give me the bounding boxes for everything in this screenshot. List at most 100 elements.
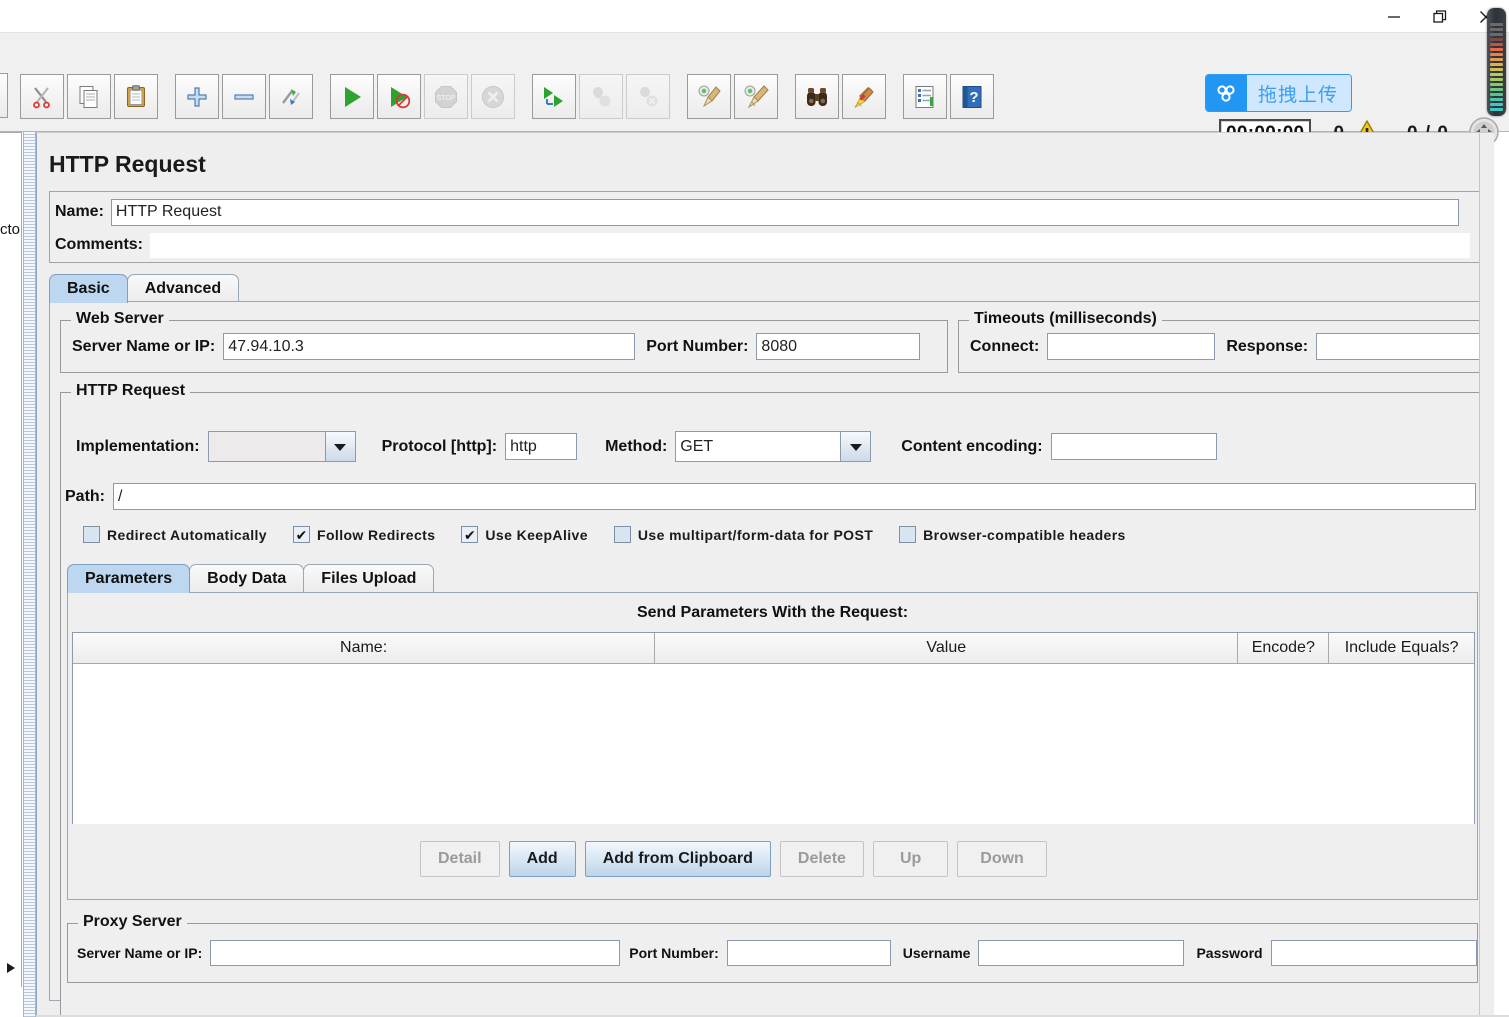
cloud-upload-icon: [1206, 75, 1247, 111]
response-timeout-label: Response:: [1226, 338, 1308, 356]
tab-advanced[interactable]: Advanced: [127, 274, 239, 303]
down-button[interactable]: Down: [957, 841, 1047, 877]
checkbox-box: [614, 526, 631, 543]
implementation-combobox[interactable]: [208, 431, 356, 462]
parameters-table-body[interactable]: [73, 664, 1474, 824]
up-button-label: Up: [900, 850, 921, 868]
shutdown-remote-all-button[interactable]: [626, 74, 670, 119]
protocol-input[interactable]: [505, 433, 577, 460]
comments-input[interactable]: [150, 233, 1470, 258]
start-button[interactable]: [330, 74, 374, 119]
checkbox-follow-redirects[interactable]: ✔ Follow Redirects: [293, 526, 435, 543]
search-button[interactable]: [795, 74, 839, 119]
drag-upload-label: 拖拽上传: [1247, 75, 1351, 111]
tree-scroll-right-arrow[interactable]: [2, 957, 19, 979]
test-plan-tree-sliver[interactable]: cto: [0, 132, 22, 987]
tree-sliver-text: cto: [0, 221, 20, 238]
cut-button[interactable]: [20, 74, 64, 119]
port-number-input[interactable]: [756, 333, 920, 360]
checkbox-label: Browser-compatible headers: [923, 527, 1126, 543]
window-titlebar: [0, 0, 1509, 33]
svg-text:?: ?: [969, 89, 978, 106]
meter-segment: [1490, 103, 1503, 106]
start-remote-all-button[interactable]: [532, 74, 576, 119]
column-header-value[interactable]: Value: [655, 633, 1238, 664]
detail-button[interactable]: Detail: [420, 841, 500, 877]
method-value: GET: [676, 432, 840, 461]
method-combobox[interactable]: GET: [675, 431, 871, 462]
response-timeout-input[interactable]: [1316, 333, 1482, 360]
checkbox-browser-compatible-headers[interactable]: Browser-compatible headers: [899, 526, 1126, 543]
toggle-icon: [278, 84, 304, 110]
paste-button[interactable]: [114, 74, 158, 119]
shutdown-button[interactable]: [471, 74, 515, 119]
tab-body-data[interactable]: Body Data: [189, 564, 304, 593]
help-button[interactable]: ?: [950, 74, 994, 119]
meter-segment: [1490, 68, 1503, 71]
tab-files-upload-label: Files Upload: [321, 570, 416, 588]
collapse-all-button[interactable]: [222, 74, 266, 119]
protocol-label: Protocol [http]:: [382, 438, 498, 456]
stop-button[interactable]: STOP: [424, 74, 468, 119]
restore-button[interactable]: [1417, 0, 1463, 33]
proxy-port-input[interactable]: [727, 940, 891, 966]
minus-icon: [231, 84, 257, 110]
checkbox-use-multipart-form-data[interactable]: Use multipart/form-data for POST: [614, 526, 873, 543]
meter-segment: [1490, 73, 1503, 76]
tab-files-upload[interactable]: Files Upload: [303, 564, 434, 593]
tab-body-data-label: Body Data: [207, 570, 286, 588]
checkbox-box: ✔: [293, 526, 310, 543]
port-number-label: Port Number:: [646, 338, 748, 356]
parameters-tab-panel: Send Parameters With the Request: Name: …: [67, 592, 1478, 900]
copy-button[interactable]: [67, 74, 111, 119]
parameters-table-head: Name: Value Encode? Include Equals?: [73, 633, 1474, 664]
split-pane-divider[interactable]: [23, 132, 36, 1017]
reset-search-button[interactable]: [842, 74, 886, 119]
up-button[interactable]: Up: [873, 841, 948, 877]
proxy-server-group: Proxy Server Server Name or IP: Port Num…: [67, 923, 1478, 983]
tab-basic[interactable]: Basic: [49, 274, 128, 303]
server-name-input[interactable]: [223, 333, 635, 360]
params-tabstrip: Parameters Body Data Files Upload: [67, 564, 433, 593]
parameters-table[interactable]: Name: Value Encode? Include Equals?: [72, 632, 1475, 824]
add-button[interactable]: Add: [509, 841, 576, 877]
checkbox-redirect-automatically[interactable]: Redirect Automatically: [83, 526, 267, 543]
function-helper-button[interactable]: [903, 74, 947, 119]
http-request-group-title: HTTP Request: [71, 382, 190, 400]
add-from-clipboard-button[interactable]: Add from Clipboard: [585, 841, 771, 877]
column-header-encode[interactable]: Encode?: [1238, 633, 1329, 664]
toggle-button[interactable]: [269, 74, 313, 119]
column-header-name[interactable]: Name:: [73, 633, 655, 664]
column-header-include-equals[interactable]: Include Equals?: [1329, 633, 1474, 664]
main-right-scroll-track[interactable]: [1479, 133, 1494, 1017]
shutdown-icon: [480, 84, 506, 110]
meter-segment: [1490, 48, 1503, 51]
meter-segment: [1490, 58, 1503, 61]
tab-parameters[interactable]: Parameters: [67, 564, 190, 593]
name-row: Name:: [50, 197, 1481, 227]
connect-timeout-label: Connect:: [970, 338, 1039, 356]
meter-segment: [1490, 23, 1503, 26]
checkbox-use-keepalive[interactable]: ✔ Use KeepAlive: [461, 526, 587, 543]
connect-timeout-input[interactable]: [1047, 333, 1215, 360]
minimize-button[interactable]: [1371, 0, 1417, 33]
start-no-timers-button[interactable]: [377, 74, 421, 119]
proxy-server-name-input[interactable]: [210, 940, 620, 966]
web-server-title: Web Server: [71, 310, 169, 328]
toolbar-buttons: STOP: [20, 73, 997, 120]
content-encoding-input[interactable]: [1051, 433, 1217, 460]
clear-button[interactable]: [687, 74, 731, 119]
proxy-username-input[interactable]: [978, 940, 1184, 966]
drag-upload-badge[interactable]: 拖拽上传: [1206, 75, 1351, 111]
binoculars-icon: [804, 84, 830, 110]
tab-basic-label: Basic: [67, 280, 110, 298]
stop-remote-all-button[interactable]: [579, 74, 623, 119]
name-input[interactable]: [111, 199, 1459, 226]
toolbar-button-clipped[interactable]: [0, 73, 8, 118]
expand-all-button[interactable]: [175, 74, 219, 119]
delete-button[interactable]: Delete: [780, 841, 864, 877]
path-input[interactable]: [113, 483, 1476, 510]
clear-all-button[interactable]: [734, 74, 778, 119]
broom-yellow-icon: [851, 84, 877, 110]
proxy-password-input[interactable]: [1271, 940, 1477, 966]
